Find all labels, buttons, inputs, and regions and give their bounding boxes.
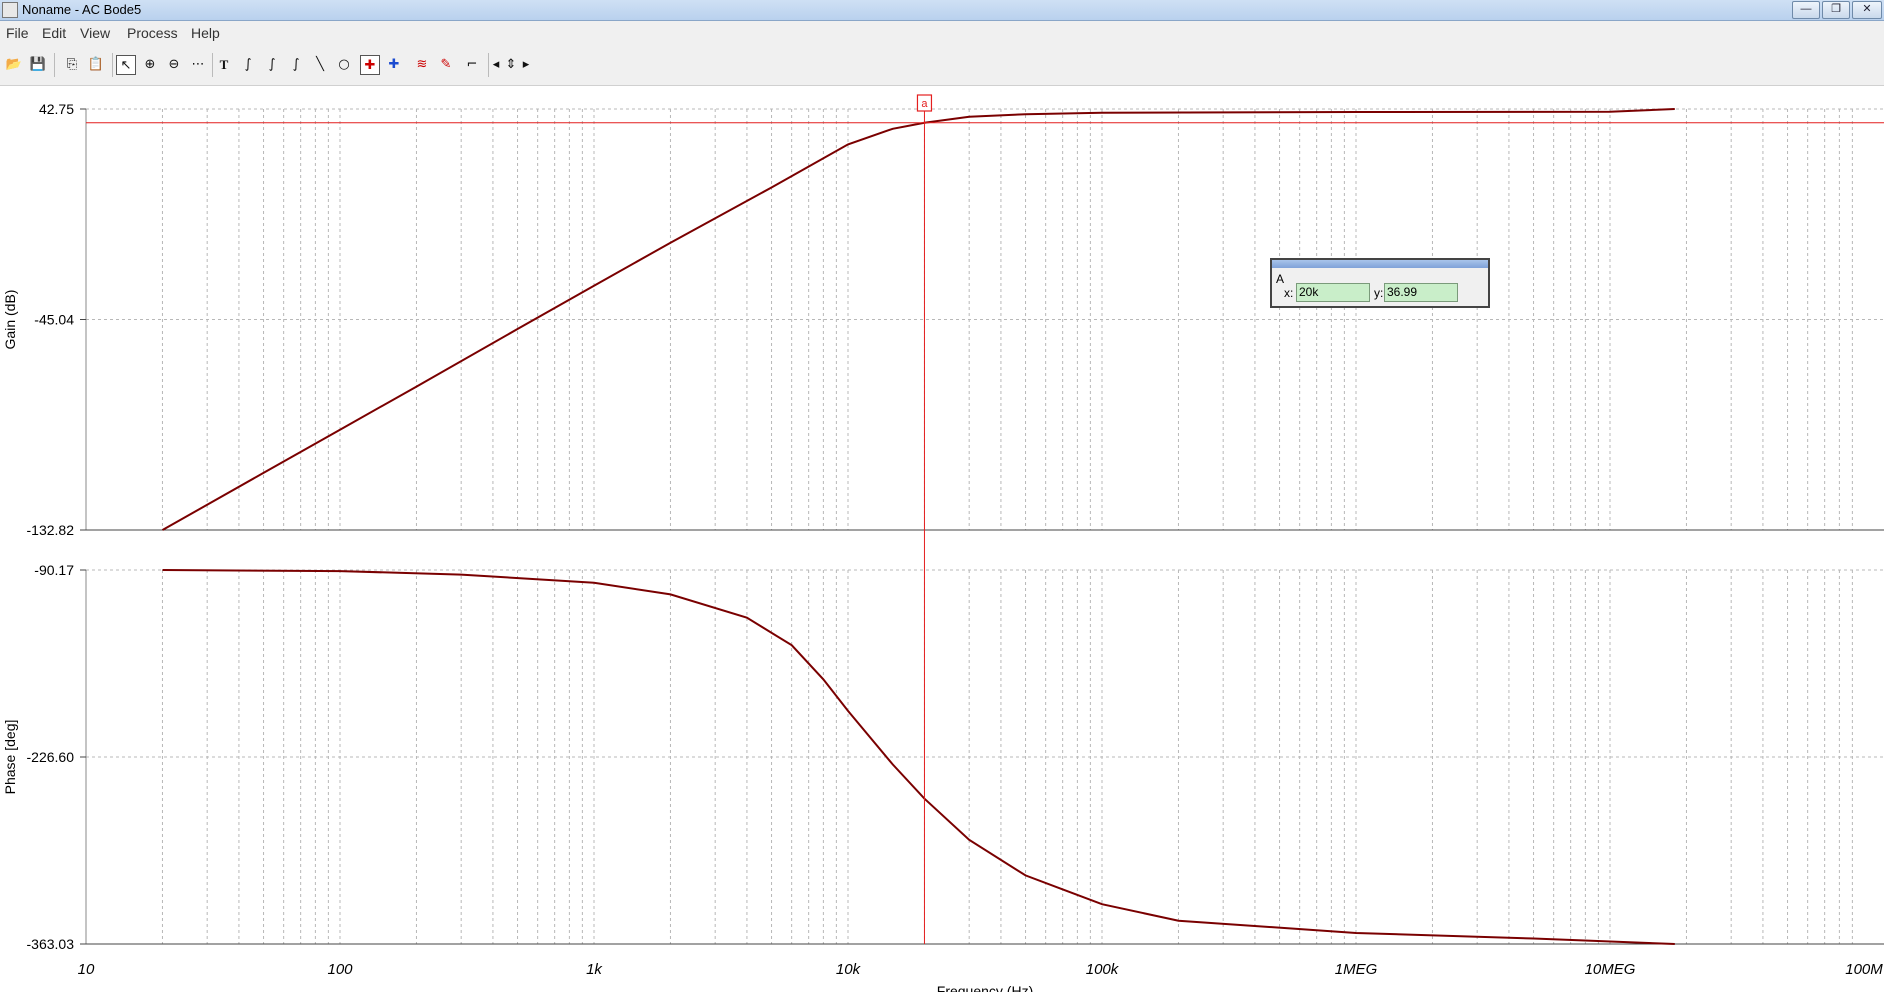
x-tick-label: 1MEG — [1335, 961, 1378, 978]
minimize-button[interactable]: — — [1792, 1, 1820, 19]
menu-view[interactable]: View — [80, 25, 110, 41]
curve-tool-3-button[interactable]: ∫ — [286, 55, 306, 75]
gain-ytick-label: 42.75 — [39, 101, 74, 117]
probe-button[interactable]: ✎ — [436, 55, 456, 75]
updown-button[interactable]: ⇕ — [504, 55, 518, 75]
save-button[interactable]: 💾 — [28, 55, 48, 75]
x-tick-label: 100M — [1845, 961, 1883, 978]
circle-tool-icon: ○ — [338, 57, 350, 72]
save-icon: 💾 — [29, 57, 47, 72]
paste-icon: 📋 — [87, 57, 105, 72]
cursor-a-icon: ✚ — [364, 58, 376, 73]
open-icon: 📂 — [5, 57, 23, 72]
close-button[interactable]: ✕ — [1852, 1, 1882, 19]
curve-select-icon: ≋ — [416, 57, 428, 72]
app-icon — [2, 2, 18, 18]
phase-grid — [80, 569, 1884, 945]
select-arrow-icon: ↖ — [120, 58, 132, 73]
copy-button[interactable]: ⎘ — [62, 55, 82, 75]
curve-tool-2-button[interactable]: ∫ — [262, 55, 282, 75]
readout-y-label: y: — [1374, 286, 1384, 300]
circle-tool-button[interactable]: ○ — [334, 55, 354, 75]
line-tool-button[interactable]: ╲ — [310, 55, 330, 75]
copy-icon: ⎘ — [66, 57, 78, 72]
x-tick-label: 1k — [586, 961, 603, 978]
x-tick-label: 10MEG — [1585, 961, 1636, 978]
cursor-b-button[interactable]: ✚ — [384, 55, 404, 75]
menu-file[interactable]: File — [6, 25, 29, 41]
phase-ytick-label: -226.60 — [27, 749, 75, 765]
curve-tool-2-icon: ∫ — [268, 57, 276, 72]
marker-button[interactable]: ⌐ — [462, 55, 482, 75]
prev-icon: ◂ — [492, 57, 500, 72]
zoom-in-icon: ⊕ — [144, 57, 156, 72]
curve-tool-3-icon: ∫ — [292, 57, 300, 72]
title-bar: Noname - AC Bode5 — ❐ ✕ — [0, 0, 1884, 21]
zoom-in-button[interactable]: ⊕ — [140, 55, 160, 75]
readout-x-value[interactable]: 20k — [1296, 283, 1370, 302]
readout-x-label: x: — [1284, 286, 1294, 300]
cursor-readout-box[interactable]: A x: 20k y: 36.99 — [1270, 258, 1490, 308]
gain-ytick-label: -132.82 — [27, 522, 75, 538]
phase-axis-title: Phase [deg] — [2, 720, 18, 795]
phase-ytick-label: -90.17 — [34, 562, 74, 578]
next-button[interactable]: ▸ — [520, 55, 532, 75]
menu-edit[interactable]: Edit — [42, 25, 66, 41]
toolbar: 📂 💾 ⎘ 📋 ↖ ⊕ ⊖ ⋯ T ∫ ∫ ∫ ╲ ○ ✚ ✚ ≋ ✎ ⌐ ◂ … — [0, 43, 1884, 86]
readout-group-label: A — [1276, 272, 1285, 286]
readout-y-value[interactable]: 36.99 — [1384, 283, 1458, 302]
text-tool-icon: T — [219, 57, 229, 72]
cursor-a-button[interactable]: ✚ — [360, 55, 380, 75]
axis-labels: 42.75 -45.04 -132.82 -90.17 -226.60 -363.03 Ga… — [2, 101, 1883, 992]
curve-select-button[interactable]: ≋ — [412, 55, 432, 75]
cursor-marker-label: a — [921, 98, 928, 110]
bode-plot[interactable]: 42.75 -45.04 -132.82 -90.17 -226.60 -363.03 Ga… — [0, 86, 1884, 992]
phase-trace — [162, 569, 1675, 945]
gain-axis-title: Gain (dB) — [2, 290, 18, 350]
marker-icon: ⌐ — [466, 57, 478, 72]
phase-ytick-label: -363.03 — [27, 936, 75, 952]
menu-bar: File Edit View Process Help — [0, 21, 1884, 43]
x-tick-label: 100k — [1086, 961, 1120, 978]
gain-trace — [162, 108, 1675, 531]
open-button[interactable]: 📂 — [4, 55, 24, 75]
x-tick-label: 10k — [836, 961, 862, 978]
grid-icon: ⋯ — [191, 57, 205, 72]
select-tool-button[interactable]: ↖ — [116, 55, 136, 75]
maximize-button[interactable]: ❐ — [1822, 1, 1850, 19]
menu-process[interactable]: Process — [127, 25, 178, 41]
cursor-a[interactable]: a — [86, 94, 1884, 944]
grid-button[interactable]: ⋯ — [188, 55, 208, 75]
cursor-b-icon: ✚ — [388, 57, 400, 72]
prev-button[interactable]: ◂ — [490, 55, 502, 75]
next-icon: ▸ — [522, 57, 530, 72]
line-tool-icon: ╲ — [316, 57, 324, 72]
gain-ytick-label: -45.04 — [34, 312, 74, 328]
window-title: Noname - AC Bode5 — [22, 2, 142, 17]
traces — [162, 108, 1675, 945]
x-tick-label: 10 — [78, 961, 95, 978]
menu-help[interactable]: Help — [191, 25, 220, 41]
x-axis-title: Frequency (Hz) — [937, 983, 1033, 992]
zoom-out-button[interactable]: ⊖ — [164, 55, 184, 75]
x-tick-label: 100 — [327, 961, 353, 978]
curve-tool-1-icon: ∫ — [244, 57, 252, 72]
updown-icon: ⇕ — [505, 57, 517, 72]
zoom-out-icon: ⊖ — [168, 57, 180, 72]
probe-icon: ✎ — [440, 57, 452, 72]
gain-grid — [80, 108, 1884, 531]
curve-tool-1-button[interactable]: ∫ — [238, 55, 258, 75]
text-tool-button[interactable]: T — [214, 55, 234, 75]
readout-caption-bar[interactable] — [1272, 260, 1488, 268]
paste-button[interactable]: 📋 — [86, 55, 106, 75]
